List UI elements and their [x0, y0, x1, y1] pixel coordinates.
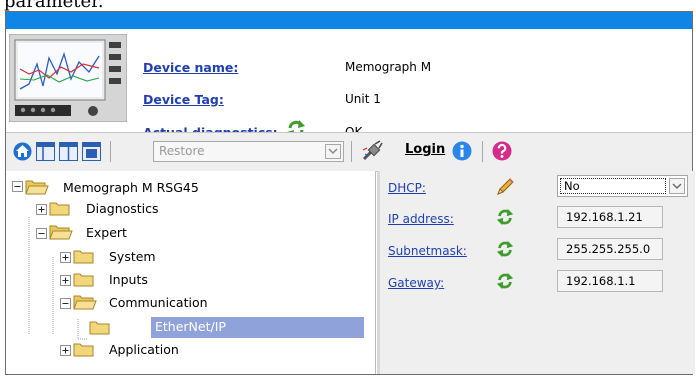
ip-address-link[interactable]: IP address:	[388, 212, 454, 226]
tree-item-ethernet-ip[interactable]: EtherNet/IP	[6, 317, 375, 338]
folder-icon	[73, 273, 94, 287]
subnetmask-link[interactable]: Subnetmask:	[388, 244, 467, 258]
dhcp-select[interactable]: No	[557, 175, 688, 197]
layout-detail-icon[interactable]	[82, 142, 101, 161]
open-folder-icon	[49, 225, 73, 240]
refresh-icon[interactable]	[496, 240, 514, 258]
device-image	[9, 34, 127, 122]
ip-address-field[interactable]: 192.168.1.21	[557, 206, 663, 228]
restore-label: Restore	[159, 144, 205, 158]
layout-columns-icon[interactable]	[59, 142, 78, 161]
refresh-icon[interactable]	[496, 272, 514, 290]
expand-toggle-icon[interactable]	[36, 204, 47, 215]
folder-icon	[73, 343, 94, 357]
tree-item-label: Inputs	[109, 272, 148, 287]
app-window: Device name: Memograph M Device Tag: Uni…	[5, 11, 695, 375]
home-icon[interactable]	[13, 142, 32, 161]
tree-item-label: Memograph M RSG45	[63, 180, 199, 195]
tree-item-memograph[interactable]: Memograph M RSG45	[6, 178, 375, 198]
toolbar-separator	[351, 141, 352, 162]
device-name-value: Memograph M	[345, 60, 432, 74]
collapse-toggle-icon[interactable]	[36, 228, 47, 239]
chevron-down-icon[interactable]	[325, 144, 341, 159]
expand-toggle-icon[interactable]	[60, 275, 71, 286]
dhcp-link[interactable]: DHCP:	[388, 181, 426, 195]
toolbar-separator	[110, 141, 111, 162]
tree-item-label: EtherNet/IP	[155, 319, 226, 334]
device-tag-link[interactable]: Device Tag:	[143, 92, 224, 107]
gateway-link[interactable]: Gateway:	[388, 276, 444, 290]
dhcp-value: No	[564, 179, 580, 193]
subnetmask-field[interactable]: 255.255.255.0	[557, 238, 663, 260]
toolbar-separator	[482, 141, 483, 162]
ip-address-value: 192.168.1.21	[566, 210, 643, 224]
connect-plug-icon[interactable]	[361, 140, 383, 162]
tree-item-inputs[interactable]: Inputs	[6, 270, 375, 290]
gateway-field[interactable]: 192.168.1.1	[557, 270, 663, 292]
tree-item-system[interactable]: System	[6, 247, 375, 267]
title-bar	[6, 12, 692, 29]
tree-item-label: Diagnostics	[86, 201, 159, 216]
expand-toggle-icon[interactable]	[60, 345, 71, 356]
chevron-down-icon[interactable]	[669, 178, 685, 194]
help-icon[interactable]	[492, 141, 512, 161]
folder-icon	[73, 250, 94, 264]
tree-item-label: Communication	[109, 295, 208, 310]
restore-dropdown[interactable]: Restore	[153, 141, 344, 162]
tree-item-label: Application	[109, 342, 179, 357]
tree-item-label: Expert	[86, 225, 127, 240]
device-header: Device name: Memograph M Device Tag: Uni…	[6, 29, 692, 140]
layout-split-icon[interactable]	[36, 142, 55, 161]
collapse-toggle-icon[interactable]	[12, 181, 23, 192]
folder-icon	[89, 321, 110, 335]
pencil-icon	[497, 178, 514, 195]
open-folder-icon	[25, 180, 49, 195]
tree-item-communication[interactable]: Communication	[6, 293, 375, 313]
folder-icon	[49, 202, 70, 216]
toolbar: Restore Login	[6, 132, 692, 172]
login-link[interactable]: Login	[405, 142, 445, 157]
collapse-toggle-icon[interactable]	[60, 298, 71, 309]
parameter-pane: DHCP: No IP address: 192.168.1.21 Subnet…	[377, 171, 695, 374]
tree-item-application[interactable]: Application	[6, 340, 375, 360]
open-folder-icon	[73, 295, 97, 310]
refresh-icon[interactable]	[496, 208, 514, 226]
tree-item-expert[interactable]: Expert	[6, 223, 375, 243]
device-tag-value: Unit 1	[345, 92, 381, 106]
info-icon[interactable]	[452, 141, 472, 161]
device-name-link[interactable]: Device name:	[143, 60, 238, 75]
navigation-tree: Memograph M RSG45 Diagnostics Expert Sys…	[6, 171, 376, 374]
expand-toggle-icon[interactable]	[60, 252, 71, 263]
subnetmask-value: 255.255.255.0	[566, 242, 651, 256]
tree-item-label: System	[109, 249, 156, 264]
gateway-value: 192.168.1.1	[566, 274, 636, 288]
tree-item-diagnostics[interactable]: Diagnostics	[6, 199, 375, 219]
